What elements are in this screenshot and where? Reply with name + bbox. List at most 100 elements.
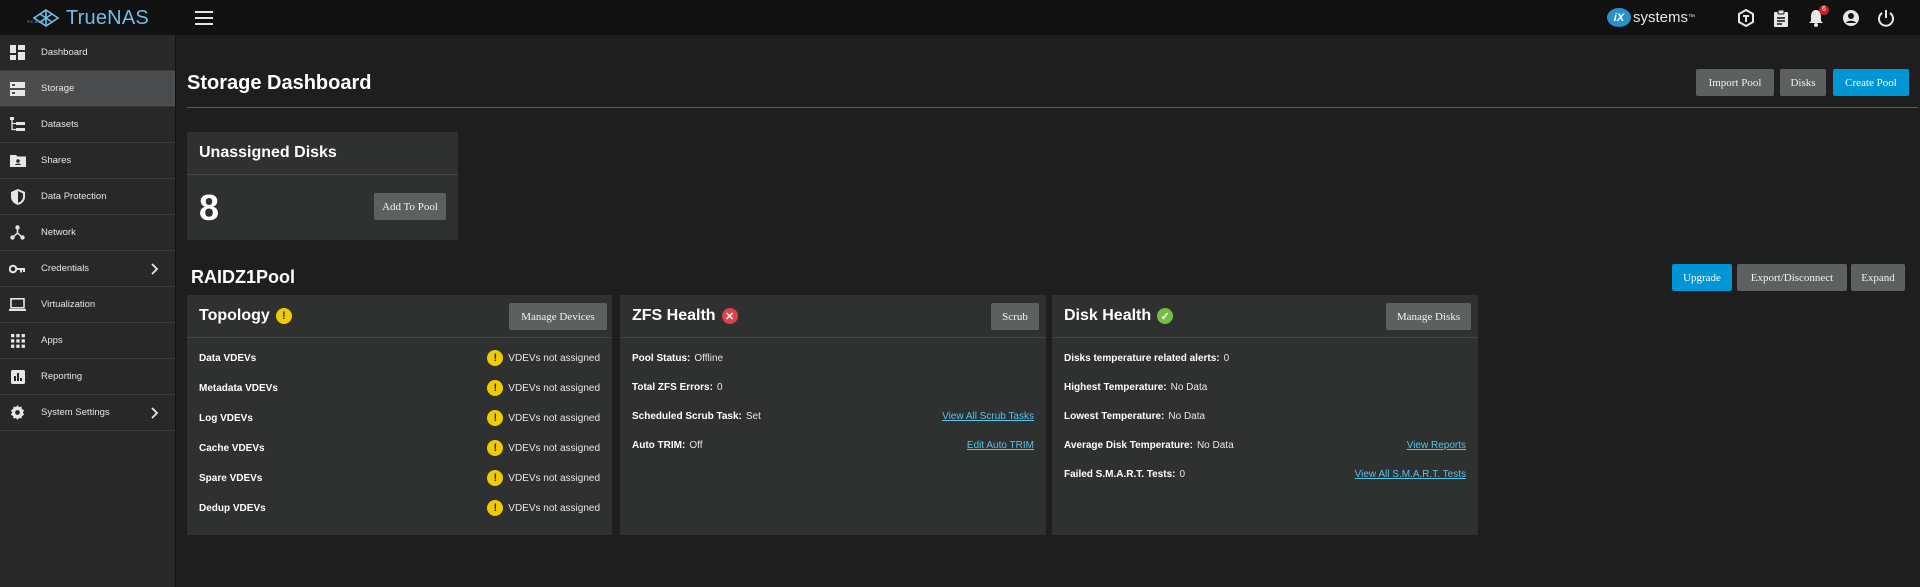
hamburger-menu-icon[interactable]	[195, 10, 213, 25]
clipboard-icon[interactable]	[1771, 8, 1791, 28]
warning-icon: !	[487, 410, 504, 426]
row-label: Failed S.M.A.R.T. Tests:	[1064, 468, 1176, 480]
row-value: No Data	[1168, 410, 1206, 422]
truenas-logo[interactable]: TrueNAS SCALE	[27, 6, 157, 29]
manage-devices-button[interactable]: Manage Devices	[509, 303, 607, 330]
unassigned-disks-title: Unassigned Disks	[199, 144, 337, 161]
sidebar-item-label: Credentials	[41, 263, 90, 274]
topology-row: Cache VDEVs	[199, 441, 265, 455]
zfs-row: Scheduled Scrub Task: Set	[632, 409, 761, 423]
export-disconnect-button[interactable]: Export/Disconnect	[1737, 264, 1847, 291]
import-pool-button[interactable]: Import Pool	[1696, 69, 1774, 96]
disk-row: Lowest Temperature: No Data	[1064, 409, 1205, 423]
disk-row: Disks temperature related alerts: 0	[1064, 351, 1229, 365]
sidebar-item-network[interactable]: Network	[0, 215, 175, 251]
sidebar-item-label: System Settings	[41, 407, 110, 418]
unassigned-disks-count: 8	[199, 187, 220, 228]
vdev-status: ! VDEVs not assigned	[487, 500, 600, 516]
zfs-row: Pool Status: Offline	[632, 351, 723, 365]
create-pool-button[interactable]: Create Pool	[1833, 69, 1909, 96]
datasets-icon	[9, 116, 26, 133]
row-label: Lowest Temperature:	[1064, 410, 1165, 422]
row-label: Scheduled Scrub Task:	[632, 410, 742, 422]
warning-icon: !	[487, 380, 504, 396]
page-title: Storage Dashboard	[187, 72, 372, 94]
row-value: 0	[716, 381, 723, 393]
row-value: 0	[1223, 352, 1230, 364]
sidebar-item-label: Apps	[41, 335, 63, 346]
row-label: Disks temperature related alerts:	[1064, 352, 1220, 364]
main-content: Storage Dashboard Import Pool Disks Crea…	[177, 35, 1920, 587]
disk-row: Failed S.M.A.R.T. Tests: 0	[1064, 467, 1185, 481]
row-value: Offline	[694, 352, 724, 364]
sidebar-item-dashboard[interactable]: Dashboard	[0, 35, 175, 71]
sidebar-item-apps[interactable]: Apps	[0, 323, 175, 359]
row-value: No Data	[1170, 381, 1208, 393]
row-label: Pool Status:	[632, 352, 691, 364]
apps-icon	[9, 332, 26, 349]
network-icon	[9, 224, 26, 241]
zfs-row: Auto TRIM: Off	[632, 438, 702, 452]
expand-button[interactable]: Expand	[1851, 264, 1905, 291]
row-label: Average Disk Temperature:	[1064, 439, 1193, 451]
scrub-button[interactable]: Scrub	[991, 303, 1039, 330]
sidebar-item-storage[interactable]: Storage	[0, 71, 175, 107]
vdev-status-text: VDEVs not assigned	[508, 382, 600, 394]
sidebar-item-reporting[interactable]: Reporting	[0, 359, 175, 395]
warning-icon: !	[275, 308, 292, 324]
sidebar-item-virtualization[interactable]: Virtualization	[0, 287, 175, 323]
pool-name: RAIDZ1Pool	[191, 267, 296, 287]
disks-button[interactable]: Disks	[1780, 69, 1826, 96]
vdev-status-text: VDEVs not assigned	[508, 352, 600, 364]
sidebar-item-system-settings[interactable]: System Settings	[0, 395, 175, 431]
disk-health-card: Disk Health ✓ Manage Disks Disks tempera…	[1052, 295, 1478, 535]
sidebar-item-datasets[interactable]: Datasets	[0, 107, 175, 143]
sidebar-item-label: Data Protection	[41, 191, 107, 202]
sidebar-item-data-protection[interactable]: Data Protection	[0, 179, 175, 215]
ix-trademark: ™	[1688, 14, 1695, 21]
sidebar-item-label: Shares	[41, 155, 72, 166]
add-to-pool-button[interactable]: Add To Pool	[374, 193, 446, 220]
sidebar-item-credentials[interactable]: Credentials	[0, 251, 175, 287]
card-header: Unassigned Disks	[187, 132, 458, 175]
manage-disks-button[interactable]: Manage Disks	[1386, 303, 1471, 330]
bell-icon[interactable]: 6	[1806, 4, 1829, 28]
vdev-status-text: VDEVs not assigned	[508, 412, 600, 424]
row-label: Cache VDEVs	[199, 442, 265, 454]
zfs-health-title: ZFS Health	[632, 307, 716, 324]
row-label: Metadata VDEVs	[199, 382, 278, 394]
vdev-status: ! VDEVs not assigned	[487, 440, 600, 456]
row-label: Dedup VDEVs	[199, 502, 266, 514]
ix-mark: iX	[1606, 8, 1631, 27]
row-value: Off	[689, 439, 703, 451]
power-icon[interactable]	[1876, 8, 1896, 28]
shield-icon	[9, 188, 26, 205]
upgrade-button[interactable]: Upgrade	[1672, 264, 1732, 291]
topology-row: Dedup VDEVs	[199, 501, 266, 515]
disk-health-title: Disk Health	[1064, 307, 1152, 324]
logo-subtitle: SCALE	[27, 19, 46, 24]
check-circle-icon: ✓	[1157, 308, 1174, 324]
ixsystems-logo[interactable]: iX systems ™	[1606, 8, 1695, 27]
title-divider	[187, 107, 1918, 108]
view-all-scrub-tasks-link[interactable]: View All Scrub Tasks	[942, 409, 1034, 423]
logo-text: TrueNAS	[66, 6, 149, 29]
edit-auto-trim-link[interactable]: Edit Auto TRIM	[967, 438, 1034, 452]
view-all-smart-tests-link[interactable]: View All S.M.A.R.T. Tests	[1355, 467, 1466, 481]
disk-row: Highest Temperature: No Data	[1064, 380, 1207, 394]
vdev-status-text: VDEVs not assigned	[508, 502, 600, 514]
truecommand-icon[interactable]	[1736, 8, 1756, 28]
zfs-row: Total ZFS Errors: 0	[632, 380, 723, 394]
view-reports-link[interactable]: View Reports	[1407, 438, 1466, 452]
ix-text: systems	[1632, 9, 1688, 26]
row-value: Set	[745, 410, 761, 422]
chevron-right-icon	[151, 263, 159, 275]
account-icon[interactable]	[1841, 8, 1861, 28]
topology-row: Spare VDEVs	[199, 471, 262, 485]
chevron-right-icon	[151, 407, 159, 419]
sidebar-item-shares[interactable]: Shares	[0, 143, 175, 179]
laptop-icon	[9, 296, 26, 313]
zfs-health-card: ZFS Health ✕ Scrub Pool Status: Offline T…	[620, 295, 1046, 535]
row-label: Auto TRIM:	[632, 439, 686, 451]
vdev-status: ! VDEVs not assigned	[487, 470, 600, 486]
